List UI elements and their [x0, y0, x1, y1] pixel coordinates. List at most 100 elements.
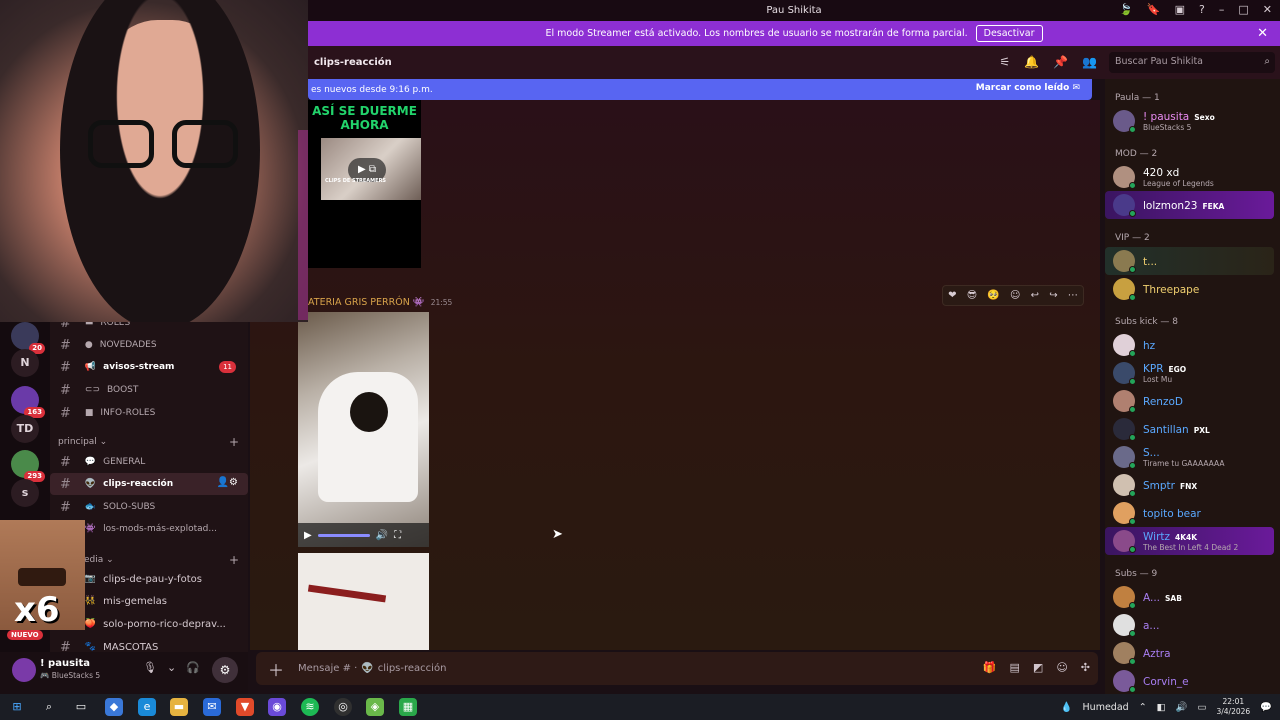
- add-channel-icon[interactable]: +: [229, 435, 239, 449]
- spotify-icon[interactable]: ≋: [301, 698, 319, 716]
- message-author[interactable]: ATERIA GRIS PERRÓN 👾 21:55: [308, 297, 452, 308]
- cool-reaction-icon[interactable]: 😎: [967, 290, 977, 301]
- member-name[interactable]: t...: [1143, 256, 1157, 268]
- mail-icon[interactable]: ✉: [203, 698, 221, 716]
- heart-reaction-icon[interactable]: ❤: [948, 290, 956, 301]
- avatar[interactable]: [1113, 614, 1136, 637]
- obs-icon[interactable]: ◎: [334, 698, 352, 716]
- channel-name[interactable]: los-mods-más-explotad...: [103, 524, 217, 534]
- avatar[interactable]: [1113, 278, 1136, 301]
- help-icon[interactable]: ?: [1199, 3, 1205, 16]
- member-item[interactable]: Corvin_e: [1105, 667, 1280, 694]
- channel-name[interactable]: INFO-ROLES: [100, 408, 155, 418]
- member-name[interactable]: ! pausita: [1143, 111, 1189, 123]
- channel-item[interactable]: # 💬 GENERAL: [50, 451, 248, 473]
- play-icon[interactable]: ▶: [304, 530, 312, 541]
- member-item[interactable]: a...: [1105, 611, 1280, 639]
- avatar[interactable]: [1113, 446, 1136, 469]
- mark-read-button[interactable]: Marcar como leído ✉: [976, 83, 1080, 93]
- apps-icon[interactable]: ✣: [1081, 661, 1090, 674]
- avatar[interactable]: [1113, 670, 1136, 693]
- channel-item[interactable]: # 🐟 SOLO-SUBS: [50, 496, 248, 518]
- windows-start-icon[interactable]: ⊞: [8, 698, 26, 716]
- nitro-icon[interactable]: 🍃: [1119, 3, 1133, 16]
- video-progress[interactable]: [317, 533, 370, 537]
- avatar[interactable]: [12, 658, 36, 682]
- channel-name[interactable]: MASCOTAS: [103, 642, 158, 653]
- member-name[interactable]: Smptr: [1143, 480, 1175, 492]
- member-item[interactable]: 420 xd League of Legends: [1105, 163, 1280, 191]
- channel-name[interactable]: NOVEDADES: [100, 340, 157, 350]
- avatar[interactable]: [1113, 250, 1136, 273]
- weather-icon[interactable]: 💧: [1061, 702, 1073, 713]
- member-name[interactable]: lolzmon23: [1143, 200, 1197, 212]
- volume-icon[interactable]: 🔊: [1176, 702, 1188, 713]
- minimize-button[interactable]: –: [1219, 3, 1225, 16]
- gift-icon[interactable]: 🎁: [983, 661, 997, 674]
- server-icon[interactable]: 293: [11, 450, 45, 482]
- server-icon[interactable]: TD: [11, 415, 39, 443]
- copilot-icon[interactable]: ◆: [105, 698, 123, 716]
- member-name[interactable]: RenzoD: [1143, 396, 1183, 408]
- attach-plus-icon[interactable]: ＋: [268, 657, 284, 681]
- category-principal[interactable]: principal ⌄ +: [58, 435, 239, 449]
- avatar[interactable]: [1113, 194, 1136, 217]
- member-item[interactable]: t...: [1105, 247, 1274, 275]
- pin-icon[interactable]: 📌: [1053, 55, 1068, 69]
- member-name[interactable]: A...: [1143, 592, 1160, 604]
- member-name[interactable]: Threepape: [1143, 284, 1199, 296]
- channel-item[interactable]: # ■ INFO-ROLES: [50, 402, 248, 424]
- member-item[interactable]: Threepape: [1105, 275, 1280, 303]
- channel-item[interactable]: # 📢 avisos-stream 11: [50, 356, 248, 378]
- member-item[interactable]: Santillan PXL: [1105, 415, 1280, 443]
- image-attachment[interactable]: [298, 553, 429, 650]
- avatar[interactable]: [1113, 642, 1136, 665]
- channel-item[interactable]: # ⊂⊃ BOOST: [50, 379, 248, 401]
- user-name[interactable]: ! pausita: [40, 658, 90, 669]
- close-window-button[interactable]: ✕: [1263, 3, 1272, 16]
- member-name[interactable]: Wirtz: [1143, 531, 1170, 543]
- server-icon[interactable]: N: [11, 349, 39, 377]
- member-item[interactable]: A... SAB: [1105, 583, 1280, 611]
- sticker-icon[interactable]: ◩: [1033, 661, 1043, 674]
- add-reaction-icon[interactable]: ☺: [1010, 290, 1020, 301]
- bell-icon[interactable]: 🔔: [1024, 55, 1039, 69]
- avatar[interactable]: [1113, 362, 1136, 385]
- banner-close-icon[interactable]: ✕: [1257, 26, 1268, 41]
- members-icon[interactable]: 👥: [1082, 55, 1097, 69]
- more-icon[interactable]: ⋯: [1068, 290, 1078, 301]
- pleading-reaction-icon[interactable]: 🥺: [987, 290, 999, 301]
- member-name[interactable]: KPR: [1143, 363, 1164, 375]
- deactivate-button[interactable]: Desactivar: [975, 25, 1043, 42]
- server-icon[interactable]: s: [11, 479, 39, 507]
- search-input[interactable]: Buscar Pau Shikita: [1109, 52, 1275, 73]
- battery-icon[interactable]: ▭: [1197, 702, 1206, 713]
- inbox-icon[interactable]: ▣: [1175, 3, 1185, 16]
- member-item[interactable]: hz: [1105, 331, 1280, 359]
- server-icon[interactable]: 163: [11, 386, 45, 418]
- channel-name[interactable]: BOOST: [107, 385, 138, 395]
- search-icon[interactable]: ⌕: [40, 698, 58, 716]
- bluestacks-icon[interactable]: ◈: [366, 698, 384, 716]
- add-channel-icon[interactable]: +: [229, 553, 239, 567]
- avatar[interactable]: [1113, 110, 1136, 133]
- member-item[interactable]: RenzoD: [1105, 387, 1280, 415]
- brave-icon[interactable]: ▼: [236, 698, 254, 716]
- member-name[interactable]: S...: [1143, 447, 1160, 459]
- message-composer[interactable]: ＋ Mensaje # · 👽 clips-reacción 🎁 ▤ ◩ ☺ ✣: [256, 652, 1098, 685]
- task-view-icon[interactable]: ▭: [72, 698, 90, 716]
- forward-icon[interactable]: ↪: [1049, 290, 1057, 301]
- avatar[interactable]: [1113, 586, 1136, 609]
- threads-icon[interactable]: ⚟: [999, 55, 1010, 69]
- gear-icon[interactable]: ⚙: [212, 657, 238, 683]
- edge-icon[interactable]: e: [138, 698, 156, 716]
- member-name[interactable]: Santillan: [1143, 424, 1189, 436]
- channel-name[interactable]: GENERAL: [103, 457, 145, 467]
- channel-name[interactable]: clips-reacción: [103, 479, 173, 489]
- new-messages-bar[interactable]: es nuevos desde 9:16 p.m. Marcar como le…: [308, 79, 1092, 100]
- emoji-icon[interactable]: ☺: [1056, 661, 1067, 674]
- avatar[interactable]: [1113, 166, 1136, 189]
- fullscreen-icon[interactable]: ⛶: [394, 530, 401, 541]
- author-name[interactable]: ATERIA GRIS PERRÓN: [308, 297, 410, 308]
- channel-settings-icon[interactable]: 👤⚙: [217, 477, 238, 488]
